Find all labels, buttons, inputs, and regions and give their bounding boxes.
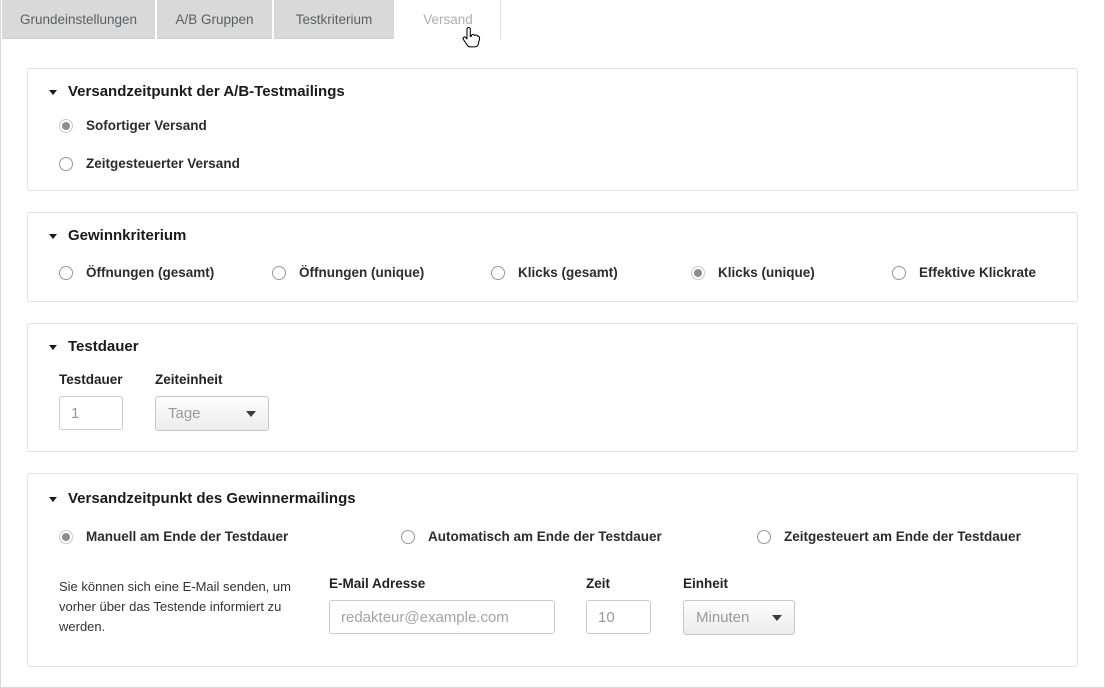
zeiteinheit-dropdown[interactable]: Tage <box>155 396 269 431</box>
einheit-dropdown-value: Minuten <box>696 609 749 626</box>
tab-ab-gruppen[interactable]: A/B Gruppen <box>157 0 272 39</box>
section-header-ab-test-send-time[interactable]: Versandzeitpunkt der A/B-Testmailings <box>28 69 1077 102</box>
zeiteinheit-field-label: Zeiteinheit <box>155 371 269 388</box>
tab-content: Versandzeitpunkt der A/B-Testmailings So… <box>1 40 1104 667</box>
collapse-caret-icon <box>49 90 57 95</box>
zeit-field-label: Zeit <box>586 575 651 592</box>
tab-testkriterium[interactable]: Testkriterium <box>274 0 394 39</box>
radio-icon[interactable] <box>59 119 73 133</box>
section-winner-send-time: Versandzeitpunkt des Gewinnermailings Ma… <box>27 473 1078 667</box>
radio-option-zeitgesteuerter-versand[interactable]: Zeitgesteuerter Versand <box>59 154 1077 173</box>
section-title: Versandzeitpunkt des Gewinnermailings <box>68 489 356 509</box>
radio-icon[interactable] <box>691 266 705 280</box>
radio-group-win-criterion: Öffnungen (gesamt) Öffnungen (unique) Kl… <box>28 246 1077 301</box>
tab-bar: Grundeinstellungen A/B Gruppen Testkrite… <box>1 0 1104 40</box>
radio-icon[interactable] <box>272 266 286 280</box>
radio-icon[interactable] <box>59 530 73 544</box>
tab-grundeinstellungen[interactable]: Grundeinstellungen <box>2 0 155 39</box>
section-header-winner-send-time[interactable]: Versandzeitpunkt des Gewinnermailings <box>28 474 1077 509</box>
radio-label[interactable]: Zeitgesteuerter Versand <box>86 154 240 173</box>
radio-label[interactable]: Öffnungen (gesamt) <box>86 263 214 282</box>
zeit-input[interactable] <box>586 600 651 634</box>
radio-option-sofortiger-versand[interactable]: Sofortiger Versand <box>59 116 1077 135</box>
email-field-label: E-Mail Adresse <box>329 575 555 592</box>
versand-settings-page: Grundeinstellungen A/B Gruppen Testkrite… <box>0 0 1105 688</box>
radio-icon[interactable] <box>757 530 771 544</box>
radio-icon[interactable] <box>59 157 73 171</box>
radio-label[interactable]: Manuell am Ende der Testdauer <box>86 527 288 546</box>
winner-notification-fields: Sie können sich eine E-Mail senden, um v… <box>28 546 1077 666</box>
chevron-down-icon <box>772 615 782 621</box>
radio-icon[interactable] <box>59 266 73 280</box>
collapse-caret-icon <box>49 345 57 350</box>
section-title: Gewinnkriterium <box>68 226 186 246</box>
einheit-field-label: Einheit <box>683 575 795 592</box>
radio-group-ab-test-send-time: Sofortiger Versand Zeitgesteuerter Versa… <box>28 102 1077 190</box>
radio-option-klicks-gesamt[interactable]: Klicks (gesamt) <box>491 263 691 282</box>
einheit-dropdown[interactable]: Minuten <box>683 600 795 635</box>
radio-option-zeitgesteuert[interactable]: Zeitgesteuert am Ende der Testdauer <box>757 527 1021 546</box>
zeiteinheit-dropdown-value: Tage <box>168 405 201 422</box>
radio-icon[interactable] <box>892 266 906 280</box>
radio-option-automatisch[interactable]: Automatisch am Ende der Testdauer <box>401 527 757 546</box>
email-input[interactable] <box>329 600 555 634</box>
radio-label[interactable]: Automatisch am Ende der Testdauer <box>428 527 662 546</box>
testdauer-input[interactable] <box>59 396 123 430</box>
tab-versand[interactable]: Versand <box>396 0 501 40</box>
section-test-duration: Testdauer Testdauer Zeiteinheit Tage <box>27 323 1078 452</box>
email-notification-note: Sie können sich eine E-Mail senden, um v… <box>59 575 317 637</box>
radio-label[interactable]: Effektive Klickrate <box>919 263 1036 282</box>
radio-option-manuell[interactable]: Manuell am Ende der Testdauer <box>59 527 401 546</box>
radio-option-klicks-unique[interactable]: Klicks (unique) <box>691 263 892 282</box>
radio-icon[interactable] <box>401 530 415 544</box>
collapse-caret-icon <box>49 497 57 502</box>
radio-group-winner-send-time: Manuell am Ende der Testdauer Automatisc… <box>28 509 1077 546</box>
radio-label[interactable]: Öffnungen (unique) <box>299 263 424 282</box>
radio-option-oeffnungen-unique[interactable]: Öffnungen (unique) <box>272 263 491 282</box>
test-duration-fields: Testdauer Zeiteinheit Tage <box>28 357 1077 451</box>
section-win-criterion: Gewinnkriterium Öffnungen (gesamt) Öffnu… <box>27 212 1078 302</box>
radio-label[interactable]: Klicks (unique) <box>718 263 815 282</box>
radio-icon[interactable] <box>491 266 505 280</box>
radio-option-effektive-klickrate[interactable]: Effektive Klickrate <box>892 263 1036 282</box>
radio-label[interactable]: Sofortiger Versand <box>86 116 207 135</box>
collapse-caret-icon <box>49 234 57 239</box>
section-header-test-duration[interactable]: Testdauer <box>28 324 1077 357</box>
radio-option-oeffnungen-gesamt[interactable]: Öffnungen (gesamt) <box>59 263 272 282</box>
section-title: Testdauer <box>68 337 139 357</box>
section-header-win-criterion[interactable]: Gewinnkriterium <box>28 213 1077 246</box>
chevron-down-icon <box>246 411 256 417</box>
radio-label[interactable]: Klicks (gesamt) <box>518 263 618 282</box>
radio-label[interactable]: Zeitgesteuert am Ende der Testdauer <box>784 527 1021 546</box>
testdauer-field-label: Testdauer <box>59 371 123 388</box>
section-title: Versandzeitpunkt der A/B-Testmailings <box>68 82 345 102</box>
section-ab-test-send-time: Versandzeitpunkt der A/B-Testmailings So… <box>27 68 1078 191</box>
